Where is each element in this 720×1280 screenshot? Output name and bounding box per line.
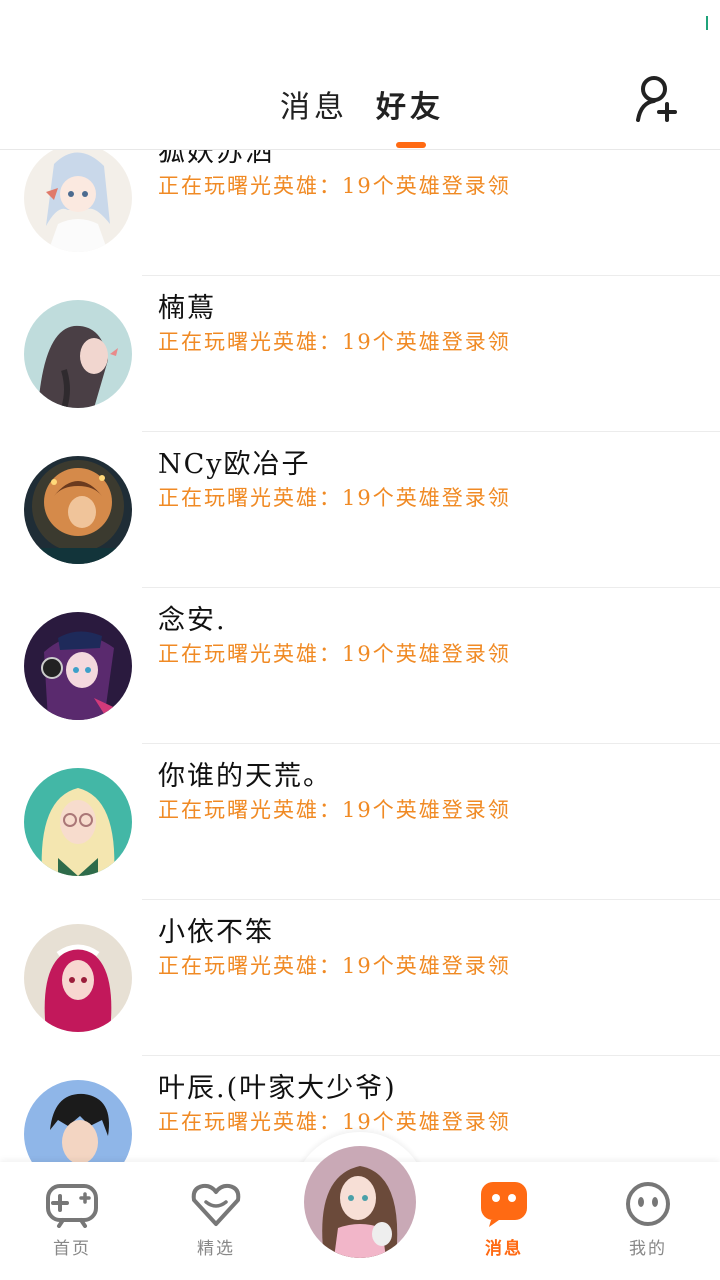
friend-status: 正在玩曙光英雄：19个英雄登录领: [158, 174, 511, 198]
friend-row[interactable]: NCy欧冶子 正在玩曙光英雄：19个英雄登录领: [0, 432, 720, 588]
active-tab-indicator: [396, 142, 426, 148]
heart-diamond-icon: [191, 1183, 241, 1226]
friend-row[interactable]: 念安. 正在玩曙光英雄：19个英雄登录领: [0, 588, 720, 744]
profile-avatar: [304, 1146, 416, 1258]
friend-name: NCy欧冶子: [158, 449, 311, 480]
friend-status: 正在玩曙光英雄：19个英雄登录领: [158, 330, 511, 354]
friend-name: 你谁的天荒。: [158, 761, 332, 792]
friend-name: 狐妖苏洒: [158, 150, 274, 168]
status-bar: [0, 0, 720, 60]
avatar: [24, 150, 132, 252]
nav-label: 精选: [197, 1239, 235, 1259]
tab-friends[interactable]: 好友: [376, 82, 444, 126]
nav-label: 首页: [53, 1239, 91, 1259]
friend-name: 念安.: [158, 605, 227, 636]
face-icon: [626, 1182, 670, 1226]
nav-home[interactable]: 首页: [22, 1180, 122, 1259]
tab-messages[interactable]: 消息: [280, 82, 348, 126]
avatar: [24, 768, 132, 876]
chat-bubble-icon: [481, 1182, 527, 1227]
profile-avatar-button[interactable]: [304, 1146, 416, 1258]
friend-status: 正在玩曙光英雄：19个英雄登录领: [158, 642, 511, 666]
add-user-icon[interactable]: [634, 74, 682, 124]
friend-status: 正在玩曙光英雄：19个英雄登录领: [158, 1110, 511, 1134]
friend-status: 正在玩曙光英雄：19个英雄登录领: [158, 954, 511, 978]
friend-name: 楠蔦: [158, 293, 216, 324]
nav-messages[interactable]: 消息: [454, 1180, 554, 1259]
friend-status: 正在玩曙光英雄：19个英雄登录领: [158, 486, 511, 510]
nav-label: 我的: [629, 1239, 667, 1259]
avatar: [24, 924, 132, 1032]
friend-row[interactable]: 小依不笨 正在玩曙光英雄：19个英雄登录领: [0, 900, 720, 1056]
top-header: 消息 好友: [0, 60, 720, 150]
friend-row[interactable]: 你谁的天荒。 正在玩曙光英雄：19个英雄登录领: [0, 744, 720, 900]
friend-row[interactable]: 狐妖苏洒 正在玩曙光英雄：19个英雄登录领: [0, 150, 720, 276]
status-indicator: [706, 16, 708, 30]
avatar: [24, 612, 132, 720]
friend-name: 叶辰.(叶家大少爷): [158, 1073, 397, 1104]
avatar: [24, 456, 132, 564]
nav-me[interactable]: 我的: [598, 1180, 698, 1259]
avatar: [24, 1080, 132, 1162]
friend-name: 小依不笨: [158, 917, 274, 948]
nav-featured[interactable]: 精选: [166, 1180, 266, 1259]
friend-row[interactable]: 楠蔦 正在玩曙光英雄：19个英雄登录领: [0, 276, 720, 432]
friend-status: 正在玩曙光英雄：19个英雄登录领: [158, 798, 511, 822]
friend-list: 狐妖苏洒 正在玩曙光英雄：19个英雄登录领 楠蔦 正在玩曙光英雄：19个英雄登录…: [0, 150, 720, 1162]
avatar: [24, 300, 132, 408]
gamepad-icon: [46, 1184, 98, 1228]
nav-label: 消息: [485, 1239, 523, 1259]
